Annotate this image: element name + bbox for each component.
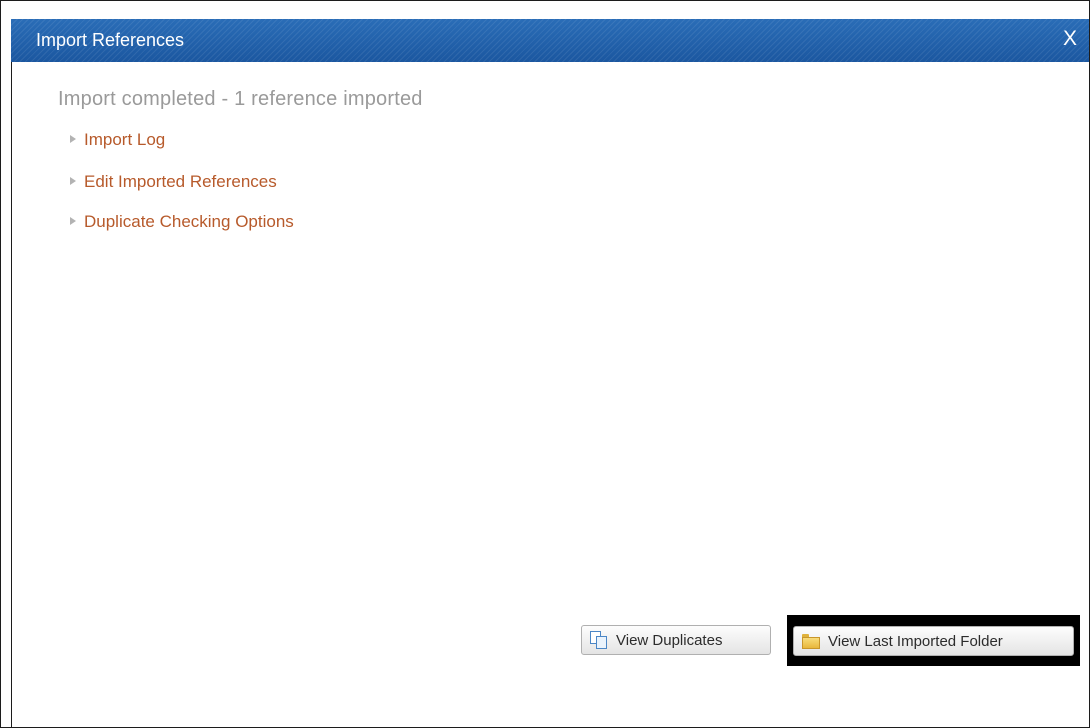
expand-arrow-icon bbox=[70, 217, 76, 225]
close-icon[interactable]: X bbox=[1057, 26, 1083, 52]
import-status-message: Import completed - 1 reference imported bbox=[58, 88, 423, 110]
edit-imported-references-link[interactable]: Edit Imported References bbox=[84, 172, 277, 192]
import-log-link[interactable]: Import Log bbox=[84, 130, 165, 150]
duplicate-checking-options-toggle[interactable]: Duplicate Checking Options bbox=[70, 211, 294, 233]
view-duplicates-button[interactable]: View Duplicates bbox=[581, 625, 771, 655]
copy-icon bbox=[590, 631, 608, 649]
dialog-titlebar: Import References X bbox=[11, 19, 1089, 62]
import-log-toggle[interactable]: Import Log bbox=[70, 129, 165, 151]
view-last-imported-folder-button[interactable]: View Last Imported Folder bbox=[793, 626, 1074, 656]
folder-icon bbox=[802, 633, 820, 649]
expand-arrow-icon bbox=[70, 135, 76, 143]
expand-arrow-icon bbox=[70, 177, 76, 185]
duplicate-checking-options-link[interactable]: Duplicate Checking Options bbox=[84, 212, 294, 232]
import-references-dialog: Import References X Import completed - 1… bbox=[0, 0, 1090, 728]
view-duplicates-label: View Duplicates bbox=[616, 631, 723, 649]
edit-imported-references-toggle[interactable]: Edit Imported References bbox=[70, 171, 277, 193]
dialog-title: Import References bbox=[36, 30, 185, 50]
view-last-imported-folder-label: View Last Imported Folder bbox=[828, 632, 1003, 650]
